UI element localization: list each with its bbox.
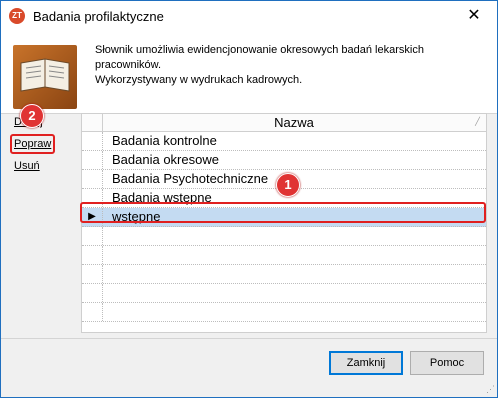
row-selector [82,303,103,321]
table-row[interactable]: Badania okresowe [82,151,486,170]
close-button[interactable]: Zamknij [329,351,403,375]
row-selector [82,227,103,245]
sort-indicator-icon: ╱ [475,117,480,126]
row-selector[interactable] [82,151,103,169]
column-header-name[interactable]: Nazwa [102,115,486,130]
grid-header: Nazwa ╱ [82,114,486,132]
entries-grid[interactable]: Nazwa ╱ Badania kontrolne Badania okreso… [81,113,487,333]
dialog-window: ZT Badania profilaktyczne ✕ Słownik umoż… [0,0,498,398]
highlight-edit-link [10,134,55,154]
row-selector[interactable] [82,170,103,188]
footer-divider [1,338,497,339]
step-marker-2: 2 [20,104,44,128]
row-name-cell: Badania Psychotechniczne [112,171,269,186]
help-button[interactable]: Pomoc [410,351,484,375]
app-logo-icon: ZT [9,8,25,24]
close-window-button[interactable]: ✕ [451,1,497,31]
row-selector[interactable] [82,132,103,150]
row-selector [82,265,103,283]
table-row[interactable]: Badania kontrolne [82,132,486,151]
row-selector [82,246,103,264]
empty-row [82,265,486,284]
grid-header-selector [82,114,103,131]
empty-row [82,284,486,303]
row-name-cell: Badania kontrolne [112,133,217,148]
empty-row [82,303,486,322]
empty-row [82,246,486,265]
step-marker-1: 1 [276,173,300,197]
title-bar: ZT Badania profilaktyczne ✕ [1,1,497,31]
book-icon [13,45,77,109]
row-selector [82,284,103,302]
empty-row [82,227,486,246]
highlight-selected-row [80,202,486,223]
dictionary-description: Słownik umożliwia ewidencjonowanie okres… [95,43,485,88]
resize-grip-icon[interactable]: ⋰ [486,384,495,395]
description-line-2: Wykorzystywany w wydrukach kadrowych. [95,74,303,86]
description-line-1: Słownik umożliwia ewidencjonowanie okres… [95,44,424,71]
delete-link[interactable]: Usuń [14,160,40,172]
window-title: Badania profilaktyczne [33,9,164,24]
header-panel: Słownik umożliwia ewidencjonowanie okres… [1,31,497,114]
row-name-cell: Badania okresowe [112,152,219,167]
